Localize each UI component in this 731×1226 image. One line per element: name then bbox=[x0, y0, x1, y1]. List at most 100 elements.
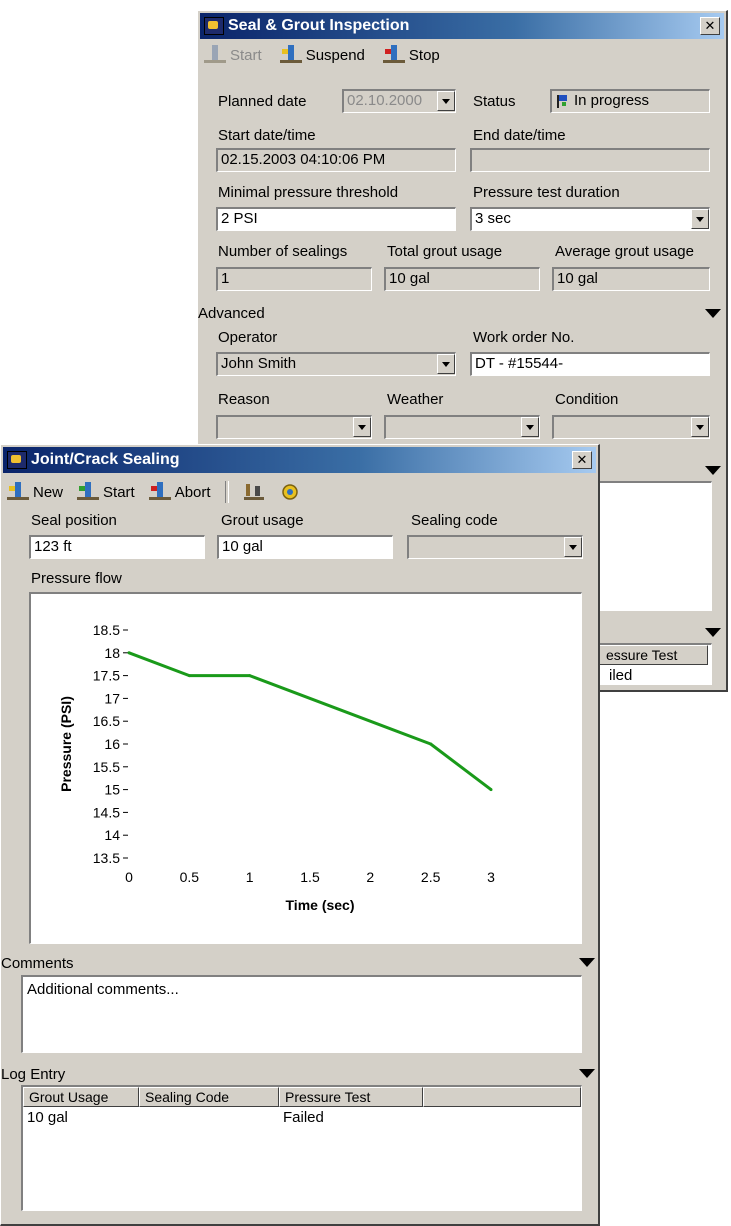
condition-select[interactable] bbox=[552, 415, 710, 439]
y-tick-label: 13.5 bbox=[93, 850, 120, 866]
min-pressure-label: Minimal pressure threshold bbox=[218, 184, 399, 201]
abort-button[interactable]: Abort bbox=[148, 482, 211, 502]
log-collapse-icon[interactable] bbox=[705, 628, 721, 637]
log-col-grout-usage[interactable]: Grout Usage bbox=[23, 1087, 139, 1107]
stop-button[interactable]: Stop bbox=[382, 45, 440, 65]
chevron-down-icon[interactable] bbox=[691, 209, 709, 229]
data-point bbox=[187, 674, 191, 678]
dig-tool-icon bbox=[243, 482, 265, 502]
y-tick-label: 17.5 bbox=[93, 668, 120, 684]
inspection-app-icon bbox=[204, 17, 224, 35]
y-tick-label: 15 bbox=[104, 782, 120, 798]
y-tick-label: 15.5 bbox=[93, 759, 120, 775]
reason-select[interactable] bbox=[216, 415, 372, 439]
operator-select[interactable]: John Smith bbox=[216, 352, 456, 376]
planned-date-picker[interactable]: 02.10.2000 bbox=[342, 89, 456, 113]
log-cell-sealing-code bbox=[139, 1109, 279, 1126]
weather-label: Weather bbox=[387, 391, 444, 408]
test-duration-select[interactable]: 3 sec bbox=[470, 207, 710, 231]
pressure-flow-chart-panel: 13.5 14 14.5 15 15.5 16 16.5 17 17.5 18 18.5 0 0.5 1 1… bbox=[29, 592, 582, 944]
chevron-down-icon[interactable] bbox=[437, 354, 455, 374]
y-tick-label: 18 bbox=[104, 645, 120, 661]
chevron-down-icon[interactable] bbox=[691, 417, 709, 437]
back-window-titlebar[interactable]: Seal & Grout Inspection ✕ bbox=[200, 13, 724, 39]
log-cell-grout-usage: 10 gal bbox=[27, 1109, 68, 1126]
back-toolbar: Start Suspend Stop bbox=[204, 45, 440, 65]
x-tick-label: 3 bbox=[487, 869, 495, 885]
avg-grout-field: 10 gal bbox=[552, 267, 710, 291]
joint-crack-sealing-window: Joint/Crack Sealing ✕ New Start Abort Se… bbox=[0, 444, 600, 1226]
dig-tool-button[interactable] bbox=[243, 482, 265, 502]
grout-usage-input[interactable]: 10 gal bbox=[217, 535, 393, 559]
sealing-code-label: Sealing code bbox=[411, 512, 498, 529]
y-tick-label: 14.5 bbox=[93, 804, 120, 820]
new-button[interactable]: New bbox=[7, 482, 63, 502]
front-window-title: Joint/Crack Sealing bbox=[31, 451, 180, 468]
suspend-button[interactable]: Suspend bbox=[279, 45, 365, 65]
comments-textarea[interactable]: Additional comments... bbox=[21, 975, 582, 1053]
advanced-collapse-icon[interactable] bbox=[705, 309, 721, 318]
front-window-titlebar[interactable]: Joint/Crack Sealing ✕ bbox=[3, 447, 596, 473]
x-axis-label: Time (sec) bbox=[286, 897, 355, 913]
work-order-label: Work order No. bbox=[473, 329, 575, 346]
comments-collapse-icon[interactable] bbox=[579, 958, 595, 967]
chevron-down-icon[interactable] bbox=[353, 417, 371, 437]
data-point bbox=[489, 788, 493, 792]
data-point bbox=[429, 742, 433, 746]
log-collapse-icon[interactable] bbox=[579, 1069, 595, 1078]
log-list-header: Grout Usage Sealing Code Pressure Test bbox=[23, 1087, 581, 1107]
y-tick-label: 16.5 bbox=[93, 713, 120, 729]
status-label: Status bbox=[473, 93, 516, 110]
pressure-flow-chart: 13.5 14 14.5 15 15.5 16 16.5 17 17.5 18 18.5 0 0.5 1 1… bbox=[58, 622, 495, 913]
abort-rig-icon bbox=[148, 482, 171, 502]
start-datetime-field: 02.15.2003 04:10:06 PM bbox=[216, 148, 456, 172]
chevron-down-icon[interactable] bbox=[437, 91, 455, 111]
chevron-down-icon[interactable] bbox=[521, 417, 539, 437]
y-tick-label: 17 bbox=[104, 690, 120, 706]
toolbar-separator bbox=[224, 481, 229, 503]
advanced-section-header[interactable]: Advanced bbox=[198, 305, 265, 322]
start-button[interactable]: Start bbox=[77, 482, 135, 502]
close-icon[interactable]: ✕ bbox=[572, 451, 592, 469]
table-row[interactable]: 10 gal Failed bbox=[23, 1109, 423, 1126]
data-point bbox=[248, 674, 252, 678]
sealing-code-select[interactable] bbox=[407, 535, 583, 559]
num-sealings-label: Number of sealings bbox=[218, 243, 348, 260]
gear-icon bbox=[279, 482, 301, 502]
back-log-row[interactable]: iled bbox=[605, 667, 632, 684]
back-log-cell: iled bbox=[609, 667, 633, 684]
start-datetime-label: Start date/time bbox=[218, 127, 316, 144]
weather-select[interactable] bbox=[384, 415, 540, 439]
log-section-header[interactable]: Log Entry bbox=[1, 1066, 65, 1083]
condition-label: Condition bbox=[555, 391, 619, 408]
suspend-rig-icon bbox=[279, 45, 302, 65]
planned-date-label: Planned date bbox=[218, 93, 307, 110]
front-toolbar: New Start Abort bbox=[7, 481, 301, 503]
log-col-sealing-code[interactable]: Sealing Code bbox=[139, 1087, 279, 1107]
operator-label: Operator bbox=[218, 329, 278, 346]
end-datetime-field bbox=[470, 148, 710, 172]
work-order-input[interactable]: DT - #15544- bbox=[470, 352, 710, 376]
settings-tool-button[interactable] bbox=[279, 482, 301, 502]
start-rig-icon bbox=[77, 482, 100, 502]
x-tick-label: 2.5 bbox=[421, 869, 441, 885]
seal-position-input[interactable]: 123 ft bbox=[29, 535, 205, 559]
log-cell-pressure-test: Failed bbox=[283, 1109, 324, 1126]
log-col-pressure-test[interactable]: Pressure Test bbox=[279, 1087, 423, 1107]
x-tick-label: 0.5 bbox=[180, 869, 200, 885]
new-rig-icon bbox=[7, 482, 29, 502]
comments-section-header[interactable]: Comments bbox=[1, 955, 74, 972]
y-tick-label: 16 bbox=[104, 736, 120, 752]
min-pressure-input[interactable]: 2 PSI bbox=[216, 207, 456, 231]
status-field: In progress bbox=[550, 89, 710, 113]
comments-collapse-icon[interactable] bbox=[705, 466, 721, 475]
reason-label: Reason bbox=[218, 391, 270, 408]
start-rig-icon bbox=[204, 45, 226, 65]
start-button[interactable]: Start bbox=[204, 45, 262, 65]
status-flag-icon bbox=[556, 94, 568, 108]
close-icon[interactable]: ✕ bbox=[700, 17, 720, 35]
chevron-down-icon[interactable] bbox=[564, 537, 582, 557]
x-tick-label: 1.5 bbox=[300, 869, 320, 885]
y-tick-label: 18.5 bbox=[93, 622, 120, 638]
log-list[interactable]: Grout Usage Sealing Code Pressure Test 1… bbox=[21, 1085, 582, 1211]
